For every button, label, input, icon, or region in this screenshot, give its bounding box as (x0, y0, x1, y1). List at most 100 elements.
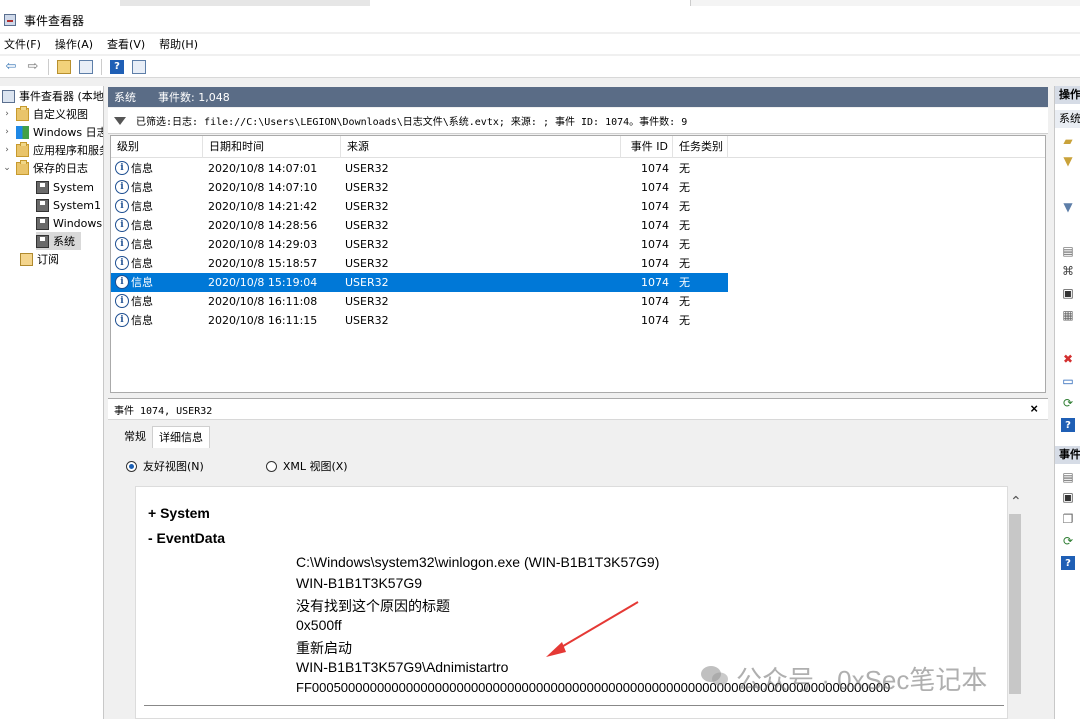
xml-view-radio[interactable] (265, 460, 277, 472)
cell-event-id: 1074 (641, 238, 669, 251)
chevron-down-icon[interactable]: ⌄ (2, 163, 12, 173)
table-row[interactable]: i 信息 2020/10/8 14:29:03 USER32 1074 无 (111, 235, 728, 254)
tree-item-saved-logs[interactable]: ⌄ 保存的日志 (2, 159, 88, 177)
window-title: 事件查看器 (24, 13, 85, 28)
column-header-level[interactable]: 级别 (111, 136, 203, 158)
column-header-task-category[interactable]: 任务类别 (673, 136, 728, 158)
tab-general[interactable]: 常规 (118, 426, 152, 448)
tree-item-windows-logs[interactable]: › Windows 日志 (2, 123, 103, 141)
folder-icon (16, 105, 29, 121)
chevron-right-icon[interactable]: › (2, 109, 12, 119)
forward-arrow-icon[interactable]: ⇨ (24, 58, 42, 76)
back-arrow-icon[interactable]: ⇦ (2, 58, 20, 76)
toolbar-separator (101, 58, 102, 75)
system-section-toggle[interactable]: + System (148, 505, 210, 521)
show-hide-action-pane-icon[interactable] (130, 58, 148, 76)
info-level-icon: i (115, 161, 129, 175)
menu-bar: 文件(F) 操作(A) 查看(V) 帮助(H) (0, 34, 1080, 54)
tree-item-subscriptions[interactable]: 订阅 (20, 250, 59, 268)
tree-item-saved-xitong[interactable]: 系统 (36, 232, 81, 250)
delete-icon[interactable]: ✖ (1061, 352, 1075, 366)
event-properties-icon[interactable]: ▤ (1061, 470, 1075, 484)
info-level-icon: i (115, 313, 129, 327)
cell-task: 无 (679, 257, 690, 270)
menu-view[interactable]: 查看(V) (107, 36, 145, 52)
tree-item-saved-windows[interactable]: Windows (36, 214, 102, 232)
menu-file[interactable]: 文件(F) (4, 36, 41, 52)
eventdata-section-toggle[interactable]: - EventData (148, 530, 225, 546)
xml-view-label[interactable]: XML 视图(X) (283, 458, 348, 474)
chevron-right-icon[interactable]: › (2, 145, 12, 155)
chevron-right-icon[interactable]: › (2, 127, 12, 137)
eventdata-computer: WIN-B1B1T3K57G9 (296, 575, 423, 591)
actions-group-log[interactable]: 系统 (1055, 110, 1080, 128)
table-row[interactable]: i 信息 2020/10/8 15:18:57 USER32 1074 无 (111, 254, 728, 273)
cell-task: 无 (679, 238, 690, 251)
save-icon[interactable]: ▣ (1061, 286, 1075, 300)
cell-level: 信息 (131, 181, 153, 194)
column-header-source[interactable]: 来源 (341, 136, 621, 158)
attach-task-icon[interactable]: ▦ (1061, 308, 1075, 322)
table-row[interactable]: i 信息 2020/10/8 14:28:56 USER32 1074 无 (111, 216, 728, 235)
table-row[interactable]: i 信息 2020/10/8 15:19:04 USER32 1074 无 (111, 273, 728, 292)
scroll-up-icon[interactable]: ⌃ (1010, 494, 1022, 510)
cell-event-id: 1074 (641, 276, 669, 289)
refresh-icon[interactable]: ⟳ (1061, 534, 1075, 548)
save-event-icon[interactable]: ▣ (1061, 490, 1075, 504)
refresh-icon[interactable]: ⟳ (1061, 396, 1075, 410)
help-icon[interactable]: ? (1061, 418, 1075, 432)
tree-item-saved-system[interactable]: System (36, 178, 94, 196)
copy-icon[interactable]: ❐ (1061, 512, 1075, 526)
up-folder-icon[interactable] (55, 58, 73, 76)
column-header-event-id[interactable]: 事件 ID (621, 136, 673, 158)
info-level-icon: i (115, 237, 129, 251)
table-row[interactable]: i 信息 2020/10/8 16:11:08 USER32 1074 无 (111, 292, 728, 311)
table-row[interactable]: i 信息 2020/10/8 16:11:15 USER32 1074 无 (111, 311, 728, 330)
find-icon[interactable]: ⌘ (1061, 264, 1075, 278)
title-bar: 事件查看器 (0, 8, 1080, 32)
friendly-view-radio[interactable] (126, 460, 137, 472)
subscription-icon (20, 252, 33, 266)
console-tree: 事件查看器 (本地) › 自定义视图 › Windows 日志 › 应用程序和服… (0, 86, 104, 719)
event-detail-title: 事件 1074, USER32 (114, 405, 213, 417)
cell-event-id: 1074 (641, 181, 669, 194)
tree-item-app-service-logs[interactable]: › 应用程序和服务日志 (2, 141, 103, 159)
cell-source: USER32 (345, 238, 389, 251)
table-row[interactable]: i 信息 2020/10/8 14:07:10 USER32 1074 无 (111, 178, 728, 197)
detail-scrollbar[interactable]: ⌃ (1008, 486, 1022, 719)
tree-item-event-viewer-local[interactable]: 事件查看器 (本地) (2, 87, 104, 105)
open-log-icon[interactable]: ▰ (1061, 134, 1075, 148)
table-row[interactable]: i 信息 2020/10/8 14:07:01 USER32 1074 无 (111, 159, 728, 178)
tree-item-label: System1 (53, 198, 102, 212)
filter-icon[interactable]: ▼ (1061, 154, 1075, 168)
tree-item-saved-system1[interactable]: System1 (36, 196, 101, 214)
cell-level: 信息 (131, 314, 153, 327)
scrollbar-thumb[interactable] (1009, 514, 1021, 694)
help-icon[interactable]: ? (1061, 556, 1075, 570)
show-hide-tree-icon[interactable] (77, 58, 95, 76)
help-icon[interactable]: ? (108, 58, 126, 76)
close-icon[interactable]: × (1030, 401, 1038, 416)
toolbar: ⇦ ⇨ ? (0, 56, 1080, 78)
folder-icon (16, 141, 29, 157)
watermark-text: 公众号 · 0xSec笔记本 (736, 665, 988, 695)
tab-details[interactable]: 详细信息 (152, 426, 210, 448)
cell-level: 信息 (131, 276, 153, 289)
filter-current-log-icon[interactable]: ▼ (1061, 200, 1075, 214)
table-row[interactable]: i 信息 2020/10/8 14:21:42 USER32 1074 无 (111, 197, 728, 216)
friendly-view-label[interactable]: 友好视图(N) (143, 458, 204, 474)
rename-icon[interactable]: ▭ (1061, 374, 1075, 388)
properties-icon[interactable]: ▤ (1061, 244, 1075, 258)
cell-task: 无 (679, 219, 690, 232)
background-window-fragment (120, 0, 370, 6)
folder-open-icon (16, 159, 29, 175)
cell-datetime: 2020/10/8 15:19:04 (208, 276, 318, 289)
cell-source: USER32 (345, 219, 389, 232)
tree-item-custom-views[interactable]: › 自定义视图 (2, 105, 88, 123)
info-level-icon: i (115, 294, 129, 308)
menu-action[interactable]: 操作(A) (55, 36, 93, 52)
eventdata-reason-code: 0x500ff (296, 617, 342, 633)
tree-item-label: 事件查看器 (本地) (19, 90, 104, 103)
menu-help[interactable]: 帮助(H) (159, 36, 198, 52)
cell-source: USER32 (345, 314, 389, 327)
